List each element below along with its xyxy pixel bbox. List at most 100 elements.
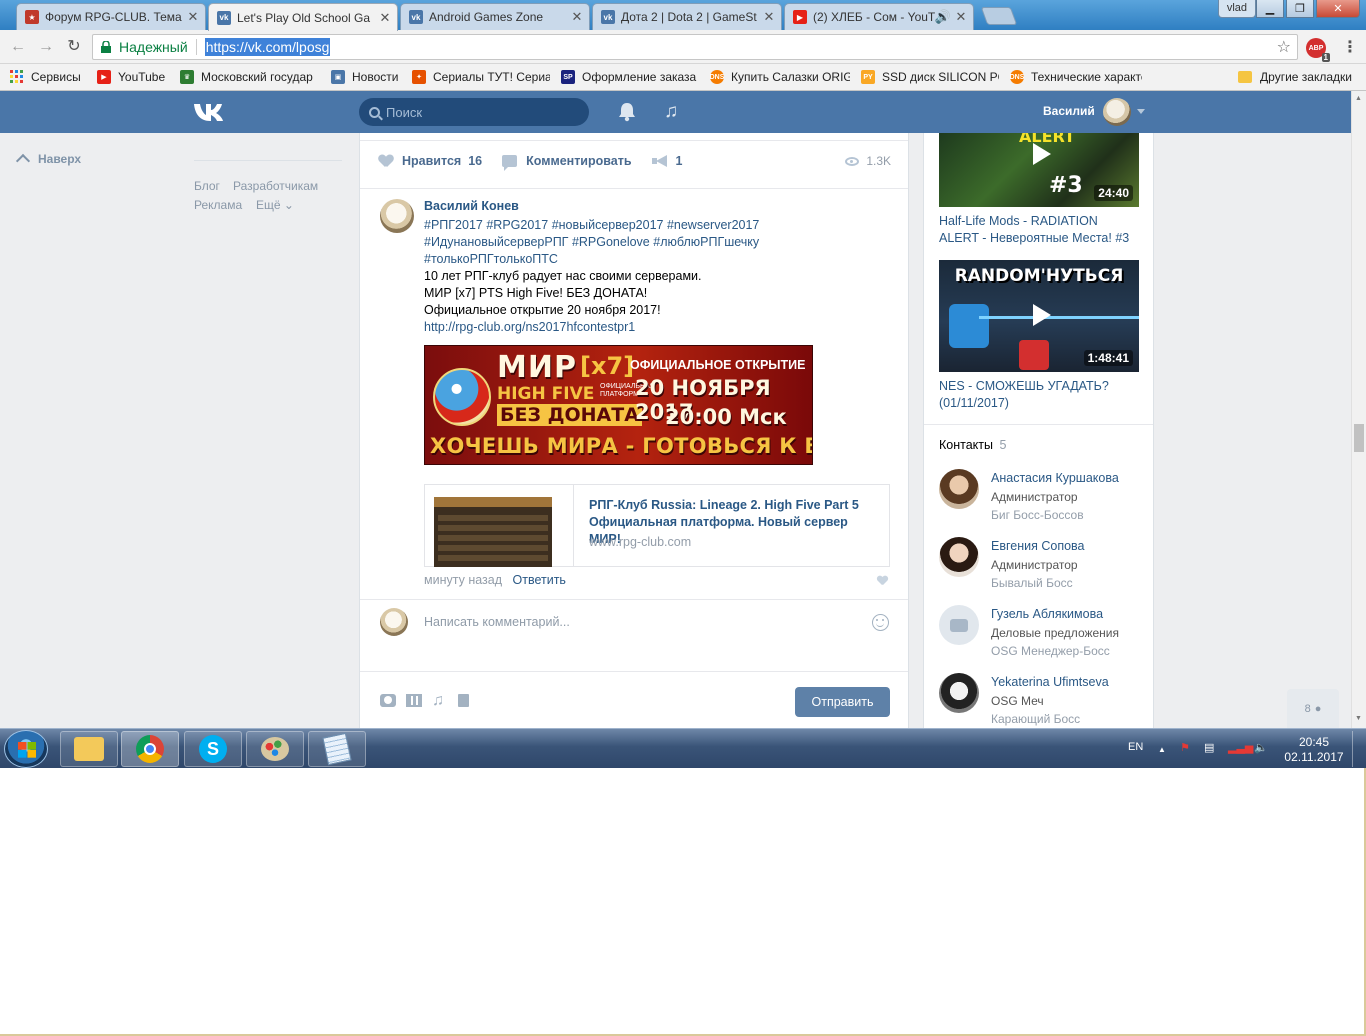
play-icon[interactable] <box>1025 139 1055 169</box>
hashtag-link[interactable]: #РПГ2017 <box>424 218 483 232</box>
taskbar-chrome[interactable] <box>121 731 179 767</box>
bookmark-ssd[interactable]: PY SSD диск SILICON PC <box>861 70 999 84</box>
footer-link-ads[interactable]: Реклама <box>194 198 242 212</box>
avatar[interactable] <box>939 537 979 577</box>
tray-expand-icon[interactable]: ▲ <box>1158 745 1166 754</box>
network-signal-icon[interactable]: ▂▃▅ <box>1228 741 1253 754</box>
video-thumbnail-halflife[interactable]: ALERT #3 24:40 <box>939 133 1139 207</box>
link-preview-card[interactable]: РПГ-Клуб Russia: Lineage 2. High Five Pa… <box>424 484 890 567</box>
taskbar-explorer[interactable] <box>60 731 118 767</box>
bookmark-services[interactable]: Сервисы <box>10 70 86 84</box>
close-icon[interactable]: ✕ <box>955 9 967 25</box>
scroll-to-top-button[interactable]: Наверх <box>15 151 81 169</box>
taskbar-paint[interactable] <box>246 731 304 767</box>
action-center-flag-icon[interactable]: ⚑ <box>1180 741 1190 754</box>
comment-like-heart-icon[interactable] <box>877 576 888 586</box>
hashtag-link[interactable]: #люблюРПГшечку <box>653 235 759 249</box>
contact-name[interactable]: Анастасия Куршакова <box>991 471 1119 485</box>
share-button[interactable]: 1 <box>651 154 683 168</box>
like-button[interactable]: Нравится 16 <box>379 154 482 168</box>
contact-item[interactable]: Гузель Аблякимова Деловые предложения OS… <box>939 605 1149 667</box>
bookmark-news[interactable]: ▣ Новости <box>331 70 401 84</box>
chevron-down-icon[interactable] <box>1137 109 1145 114</box>
tab-rpg-club[interactable]: ★ Форум RPG-CLUB. Тема ✕ <box>16 3 206 30</box>
hashtag-link[interactable]: #новыйсервер2017 <box>552 218 664 232</box>
hashtag-link[interactable]: #RPGonelove <box>572 235 650 249</box>
footer-link-developers[interactable]: Разработчикам <box>233 179 318 193</box>
contact-item[interactable]: Анастасия Куршакова Администратор Биг Бо… <box>939 469 1149 531</box>
contact-name[interactable]: Евгения Сопова <box>991 539 1085 553</box>
bookmark-tech[interactable]: DNS Технические характе <box>1010 70 1142 84</box>
camera-icon[interactable] <box>380 694 396 707</box>
language-indicator[interactable]: EN <box>1128 741 1143 753</box>
music-note-icon[interactable]: ♫ <box>432 693 448 709</box>
close-icon[interactable]: ✕ <box>187 9 199 25</box>
contact-name[interactable]: Yekaterina Ufimtseva <box>991 675 1109 689</box>
footer-link-more[interactable]: Ещё ⌄ <box>256 198 294 212</box>
notifications-bell-icon[interactable] <box>618 102 636 122</box>
profile-chip[interactable]: vlad <box>1217 0 1256 18</box>
address-bar[interactable]: Надежный https://vk.com/lposg ☆ <box>92 34 1298 60</box>
maximize-button[interactable]: ❐ <box>1286 0 1314 18</box>
video-film-icon[interactable] <box>406 694 422 707</box>
device-icon[interactable]: ▤ <box>1204 741 1214 754</box>
hashtag-link[interactable]: #ИдунановыйсерверРПГ <box>424 235 568 249</box>
document-icon[interactable] <box>458 694 469 707</box>
contact-item[interactable]: Yekaterina Ufimtseva OSG Меч Карающий Бо… <box>939 673 1149 728</box>
music-note-icon[interactable]: ♫ <box>664 101 678 123</box>
other-bookmarks[interactable]: Другие закладки <box>1238 70 1352 84</box>
start-button[interactable] <box>4 730 48 768</box>
contact-name[interactable]: Гузель Аблякимова <box>991 607 1103 621</box>
footer-link-blog[interactable]: Блог <box>194 179 220 193</box>
promo-banner-image[interactable]: МИР [x7] HIGH FIVE ОФИЦИАЛЬНАЯ ПЛАТФОРМА… <box>424 345 813 465</box>
tab-lets-play[interactable]: vk Let's Play Old School Ga ✕ <box>208 3 398 31</box>
bookmark-moscow[interactable]: ♛ Московский государ <box>180 70 320 84</box>
comment-url-link[interactable]: http://rpg-club.org/ns2017hfcontestpr1 <box>424 319 804 336</box>
video-title-link[interactable]: NES - СМОЖЕШЬ УГАДАТЬ? (01/11/2017) <box>939 378 1139 412</box>
hashtag-link[interactable]: #толькоРПГтолькоПТС <box>424 252 558 266</box>
minimize-button[interactable]: ▁ <box>1256 0 1284 18</box>
avatar[interactable] <box>939 673 979 713</box>
video-title-link[interactable]: Half-Life Mods - RADIATION ALERT - Невер… <box>939 213 1139 247</box>
taskbar-skype[interactable]: S <box>184 731 242 767</box>
tab-dota2[interactable]: vk Дота 2 | Dota 2 | GameSt ✕ <box>592 3 782 30</box>
reload-icon[interactable]: ↻ <box>64 37 84 57</box>
tab-youtube-hleb[interactable]: ▶ (2) ХЛЕБ - Сом - YouT 🔊 ✕ <box>784 3 974 30</box>
hashtag-link[interactable]: #newserver2017 <box>667 218 759 232</box>
system-clock[interactable]: 20:45 02.11.2017 <box>1284 735 1344 765</box>
scroll-down-arrow-icon[interactable]: ▼ <box>1355 715 1362 722</box>
back-arrow-icon[interactable]: ← <box>8 37 28 57</box>
browser-menu-icon[interactable]: ⋮ <box>1342 37 1358 57</box>
forward-arrow-icon[interactable]: → <box>36 37 56 57</box>
comment-author-name[interactable]: Василий Конев <box>424 199 519 213</box>
contact-item[interactable]: Евгения Сопова Администратор Бывалый Бос… <box>939 537 1149 599</box>
scroll-up-arrow-icon[interactable]: ▲ <box>1355 95 1362 102</box>
taskbar-notepad[interactable] <box>308 731 366 767</box>
video-thumbnail-nes[interactable]: RANDOM'НУТЬСЯ 1:48:41 <box>939 260 1139 372</box>
avatar[interactable] <box>939 605 979 645</box>
comment-input[interactable]: Написать комментарий... <box>424 615 570 629</box>
volume-icon[interactable]: 🔈 <box>1254 741 1268 754</box>
comment-author-avatar[interactable] <box>380 199 414 233</box>
close-icon[interactable]: ✕ <box>379 10 391 26</box>
friends-online-button[interactable]: 8 ● <box>1287 689 1339 728</box>
show-desktop-button[interactable] <box>1352 731 1364 767</box>
avatar[interactable] <box>939 469 979 509</box>
hashtag-link[interactable]: #RPG2017 <box>486 218 548 232</box>
tab-android-games[interactable]: vk Android Games Zone ✕ <box>400 3 590 30</box>
smiley-icon[interactable] <box>872 614 889 631</box>
close-icon[interactable]: ✕ <box>763 9 775 25</box>
contacts-heading[interactable]: Контакты 5 <box>939 438 1006 452</box>
vertical-scrollbar[interactable]: ▲ ▼ <box>1351 91 1366 728</box>
bookmark-star-icon[interactable]: ☆ <box>1277 37 1291 57</box>
reply-button[interactable]: Ответить <box>513 573 566 587</box>
scrollbar-thumb[interactable] <box>1354 424 1364 452</box>
play-icon[interactable] <box>1025 300 1055 330</box>
vk-logo-icon[interactable] <box>193 101 227 123</box>
close-icon[interactable]: ✕ <box>571 9 583 25</box>
vk-user-name[interactable]: Василий <box>1043 104 1095 118</box>
bookmark-youtube[interactable]: ▶ YouTube <box>97 70 169 84</box>
bookmark-order[interactable]: SP Оформление заказа <box>561 70 699 84</box>
bookmark-serials[interactable]: ✦ Сериалы ТУТ! Сериа <box>412 70 550 84</box>
adblock-extension-icon[interactable]: ABP 1 <box>1306 38 1330 62</box>
